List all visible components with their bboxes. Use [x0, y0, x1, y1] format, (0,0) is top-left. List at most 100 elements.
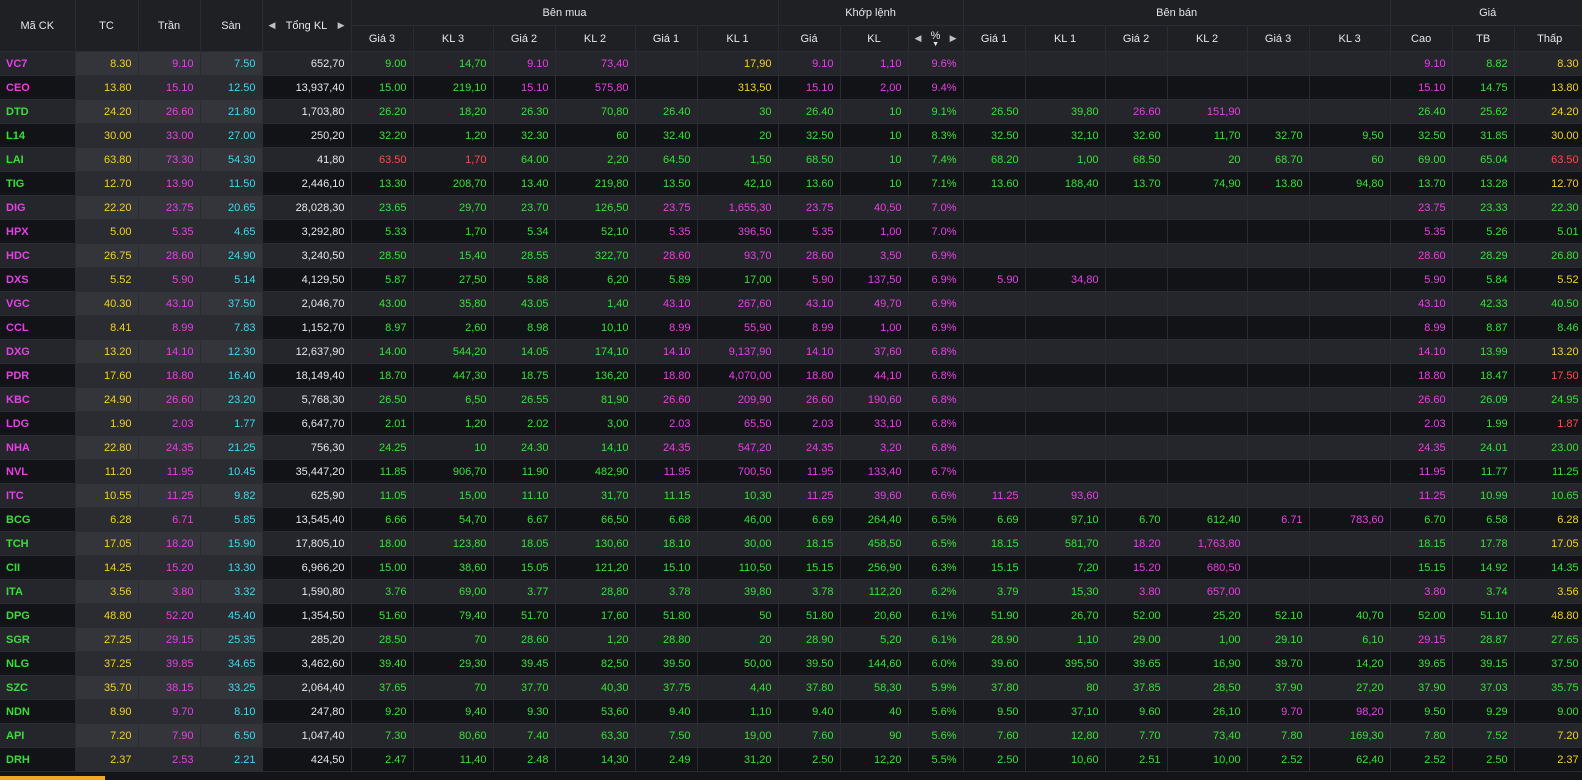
match-change-pct-cell: 7.4% [908, 147, 964, 172]
symbol-cell[interactable]: KBC [0, 387, 76, 412]
table-row[interactable]: LAI 63.80 73.30 54.30 41,80 63.50 1,70 64.00 2,2… [0, 147, 1582, 172]
symbol-cell[interactable]: PDR [0, 363, 76, 388]
symbol-cell[interactable]: CEO [0, 75, 76, 100]
symbol-cell[interactable]: DIG [0, 195, 76, 220]
symbol-cell[interactable]: TCH [0, 531, 76, 556]
ask-3-price-cell: 7.80 [1247, 723, 1310, 748]
col-header-ma-ck[interactable]: Mã CK [0, 0, 76, 52]
table-row[interactable]: NLG 37.25 39.85 34.65 3,462,60 39.40 29,30 39.4… [0, 651, 1582, 676]
table-row[interactable]: VGC 40.30 43.10 37.50 2,046,70 43.00 35,80 43.0… [0, 291, 1582, 316]
symbol-cell[interactable]: ITA [0, 579, 76, 604]
table-row[interactable]: SZC 35.70 38.15 33.25 2,064,40 37.65 70 37.70 40… [0, 675, 1582, 700]
table-row[interactable]: API 7.20 7.90 6.50 1,047,40 7.30 80,60 7.40 63,3… [0, 723, 1582, 748]
table-row[interactable]: L14 30.00 33.00 27.00 250,20 32.20 1,20 32.30 60… [0, 123, 1582, 148]
symbol-cell[interactable]: DPG [0, 603, 76, 628]
col-header-khop-pct[interactable]: ◀ % ▼ ▶ [908, 25, 964, 52]
col-header-mua-gia-3[interactable]: Giá 3 [351, 25, 414, 52]
symbol-cell[interactable]: NVL [0, 459, 76, 484]
col-header-tc[interactable]: TC [75, 0, 139, 52]
pct-left-icon[interactable]: ◀ [915, 33, 922, 44]
symbol-cell[interactable]: DXG [0, 339, 76, 364]
floor-price-cell: 2.21 [200, 747, 263, 772]
col-header-mua-gia-1[interactable]: Giá 1 [635, 25, 698, 52]
table-row[interactable]: DXG 13.20 14.10 12.30 12,637,90 14.00 544,20 14… [0, 339, 1582, 364]
table-row[interactable]: TIG 12.70 13.90 11.50 2,446,10 13.30 208,70 13.… [0, 171, 1582, 196]
ask-2-volume-cell [1167, 195, 1248, 220]
table-row[interactable]: DIG 22.20 23.75 20.65 28,028,30 23.65 29,70 23.… [0, 195, 1582, 220]
col-header-ban-kl-3[interactable]: KL 3 [1309, 25, 1391, 52]
table-row[interactable]: NVL 11.20 11.95 10.45 35,447,20 11.85 906,70 11… [0, 459, 1582, 484]
col-header-khop-gia[interactable]: Giá [778, 25, 841, 52]
total-volume-cell: 5,768,30 [262, 387, 352, 412]
col-header-ban-kl-2[interactable]: KL 2 [1167, 25, 1248, 52]
table-row[interactable]: ITA 3.56 3.80 3.32 1,590,80 3.76 69,00 3.77 28,8… [0, 579, 1582, 604]
symbol-cell[interactable]: VC7 [0, 51, 76, 76]
symbol-cell[interactable]: LDG [0, 411, 76, 436]
symbol-cell[interactable]: VGC [0, 291, 76, 316]
table-row[interactable]: TCH 17.05 18.20 15.90 17,805,10 18.00 123,80 18… [0, 531, 1582, 556]
symbol-cell[interactable]: NHA [0, 435, 76, 460]
bid-3-volume-cell: 544,20 [413, 339, 494, 364]
col-header-mua-gia-2[interactable]: Giá 2 [493, 25, 556, 52]
table-row[interactable]: NDN 8.90 9.70 8.10 247,80 9.20 9,40 9.30 53,60 9.… [0, 699, 1582, 724]
table-row[interactable]: DTD 24.20 26.60 21.80 1,703,80 26.20 18,20 26.3… [0, 99, 1582, 124]
symbol-cell[interactable]: CII [0, 555, 76, 580]
table-row[interactable]: SGR 27.25 29.15 25.35 285,20 28.50 70 28.60 1,20… [0, 627, 1582, 652]
bid-2-volume-cell: 136,20 [555, 363, 636, 388]
table-row[interactable]: BCG 6.28 6.71 5.85 13,545,40 6.66 54,70 6.67 66,… [0, 507, 1582, 532]
table-row[interactable]: LDG 1.90 2.03 1.77 6,647,70 2.01 1,20 2.02 3,00 2… [0, 411, 1582, 436]
ref-price-cell: 37.25 [75, 651, 139, 676]
symbol-cell[interactable]: HPX [0, 219, 76, 244]
ask-2-volume-cell: 657,00 [1167, 579, 1248, 604]
ask-1-volume-cell [1025, 459, 1106, 484]
symbol-cell[interactable]: DTD [0, 99, 76, 124]
col-header-mua-kl-3[interactable]: KL 3 [413, 25, 494, 52]
symbol-cell[interactable]: ITC [0, 483, 76, 508]
symbol-cell[interactable]: HDC [0, 243, 76, 268]
col-header-san[interactable]: Sàn [200, 0, 263, 52]
table-row[interactable]: NHA 22.80 24.35 21.25 756,30 24.25 10 24.30 14,1… [0, 435, 1582, 460]
table-row[interactable]: VC7 8.30 9.10 7.50 652,70 9.00 14,70 9.10 73,40 1… [0, 51, 1582, 76]
table-row[interactable]: DXS 5.52 5.90 5.14 4,129,50 5.87 27,50 5.88 6,20… [0, 267, 1582, 292]
col-header-gia-thap[interactable]: Thấp [1514, 25, 1582, 52]
table-row[interactable]: HDC 26.75 28.60 24.90 3,240,50 28.50 15,40 28.5… [0, 243, 1582, 268]
symbol-cell[interactable]: DRH [0, 747, 76, 772]
col-header-khop-kl[interactable]: KL [840, 25, 909, 52]
col-header-ban-gia-3[interactable]: Giá 3 [1247, 25, 1310, 52]
symbol-cell[interactable]: BCG [0, 507, 76, 532]
symbol-cell[interactable]: TIG [0, 171, 76, 196]
table-row[interactable]: HPX 5.00 5.35 4.65 3,292,80 5.33 1,70 5.34 52,10… [0, 219, 1582, 244]
symbol-cell[interactable]: LAI [0, 147, 76, 172]
scroll-right-icon[interactable]: ▶ [338, 20, 345, 31]
table-row[interactable]: KBC 24.90 26.60 23.20 5,768,30 26.50 6,50 26.55… [0, 387, 1582, 412]
table-row[interactable]: DRH 2.37 2.53 2.21 424,50 2.47 11,40 2.48 14,30 2… [0, 747, 1582, 772]
symbol-cell[interactable]: SGR [0, 627, 76, 652]
symbol-cell[interactable]: SZC [0, 675, 76, 700]
scroll-left-icon[interactable]: ◀ [269, 20, 276, 31]
symbol-cell[interactable]: NDN [0, 699, 76, 724]
col-header-mua-kl-2[interactable]: KL 2 [555, 25, 636, 52]
col-header-ban-kl-1[interactable]: KL 1 [1025, 25, 1106, 52]
col-header-gia-cao[interactable]: Cao [1390, 25, 1453, 52]
col-header-mua-kl-1[interactable]: KL 1 [697, 25, 779, 52]
symbol-cell[interactable]: L14 [0, 123, 76, 148]
col-header-ban-gia-1[interactable]: Giá 1 [963, 25, 1026, 52]
symbol-cell[interactable]: API [0, 723, 76, 748]
table-row[interactable]: DPG 48.80 52.20 45.40 1,354,50 51.60 79,40 51.7… [0, 603, 1582, 628]
symbol-cell[interactable]: CCL [0, 315, 76, 340]
symbol-cell[interactable]: DXS [0, 267, 76, 292]
col-header-tong-kl[interactable]: ◀ Tổng KL ▶ [262, 0, 352, 52]
low-price-cell: 22.30 [1514, 195, 1582, 220]
symbol-cell[interactable]: NLG [0, 651, 76, 676]
match-price-cell: 18.80 [778, 363, 841, 388]
table-row[interactable]: ITC 10.55 11.25 9.82 625,90 11.05 15,00 11.10 31… [0, 483, 1582, 508]
table-row[interactable]: CII 14.25 15.20 13.30 6,966,20 15.00 38,60 15.0… [0, 555, 1582, 580]
table-row[interactable]: PDR 17.60 18.80 16.40 18,149,40 18.70 447,30 18… [0, 363, 1582, 388]
table-row[interactable]: CCL 8.41 8.99 7.83 1,152,70 8.97 2,60 8.98 10,10… [0, 315, 1582, 340]
table-row[interactable]: CEO 13.80 15.10 12.50 13,937,40 15.00 219,10 15… [0, 75, 1582, 100]
col-header-ban-gia-2[interactable]: Giá 2 [1105, 25, 1168, 52]
bid-2-volume-cell: 219,80 [555, 171, 636, 196]
col-header-gia-tb[interactable]: TB [1452, 25, 1515, 52]
col-header-tran[interactable]: Trần [138, 0, 201, 52]
pct-right-icon[interactable]: ▶ [950, 33, 957, 44]
